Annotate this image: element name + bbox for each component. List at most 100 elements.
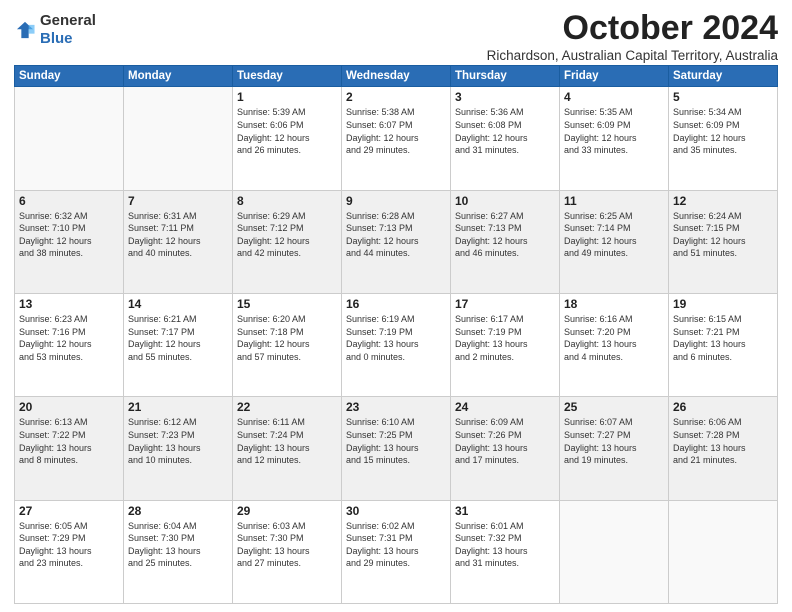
day-info: Sunrise: 6:15 AM Sunset: 7:21 PM Dayligh… xyxy=(673,313,773,363)
table-row: 30 Sunrise: 6:02 AM Sunset: 7:31 PM Dayli… xyxy=(342,500,451,603)
table-row: 8Sunrise: 6:29 AM Sunset: 7:12 PM Daylig… xyxy=(233,190,342,293)
table-row: 9 Sunrise: 6:28 AM Sunset: 7:13 PM Daylig… xyxy=(342,190,451,293)
day-number: 26 xyxy=(673,400,773,414)
day-number: 27 xyxy=(19,504,119,518)
calendar-week-row: 1 Sunrise: 5:39 AM Sunset: 6:06 PM Daylig… xyxy=(15,87,778,190)
day-info: Sunrise: 5:39 AM Sunset: 6:06 PM Dayligh… xyxy=(237,106,337,156)
table-row: 3 Sunrise: 5:36 AM Sunset: 6:08 PM Daylig… xyxy=(451,87,560,190)
header: General Blue October 2024 Richardson, Au… xyxy=(14,10,778,63)
table-row: 10 Sunrise: 6:27 AM Sunset: 7:13 PM Dayli… xyxy=(451,190,560,293)
day-number: 20 xyxy=(19,400,119,414)
table-row: 6 Sunrise: 6:32 AM Sunset: 7:10 PM Daylig… xyxy=(15,190,124,293)
day-number: 31 xyxy=(455,504,555,518)
col-tuesday: Tuesday xyxy=(233,66,342,87)
day-info: Sunrise: 6:21 AM Sunset: 7:17 PM Dayligh… xyxy=(128,313,228,363)
day-number: 19 xyxy=(673,297,773,311)
day-info: Sunrise: 6:12 AM Sunset: 7:23 PM Dayligh… xyxy=(128,416,228,466)
table-row: 24Sunrise: 6:09 AM Sunset: 7:26 PM Dayli… xyxy=(451,397,560,500)
table-row: 12 Sunrise: 6:24 AM Sunset: 7:15 PM Dayli… xyxy=(669,190,778,293)
day-number: 14 xyxy=(128,297,228,311)
day-info: Sunrise: 6:06 AM Sunset: 7:28 PM Dayligh… xyxy=(673,416,773,466)
day-info: Sunrise: 6:17 AM Sunset: 7:19 PM Dayligh… xyxy=(455,313,555,363)
table-row: 25 Sunrise: 6:07 AM Sunset: 7:27 PM Dayli… xyxy=(560,397,669,500)
day-number: 17 xyxy=(455,297,555,311)
table-row xyxy=(560,500,669,603)
table-row xyxy=(124,87,233,190)
col-monday: Monday xyxy=(124,66,233,87)
day-number: 15 xyxy=(237,297,337,311)
day-info: Sunrise: 6:28 AM Sunset: 7:13 PM Dayligh… xyxy=(346,210,446,260)
table-row: 16 Sunrise: 6:19 AM Sunset: 7:19 PM Dayli… xyxy=(342,294,451,397)
table-row: 27 Sunrise: 6:05 AM Sunset: 7:29 PM Dayli… xyxy=(15,500,124,603)
day-info: Sunrise: 6:25 AM Sunset: 7:14 PM Dayligh… xyxy=(564,210,664,260)
col-sunday: Sunday xyxy=(15,66,124,87)
day-number: 8 xyxy=(237,194,337,208)
day-number: 9 xyxy=(346,194,446,208)
day-info: Sunrise: 6:04 AM Sunset: 7:30 PM Dayligh… xyxy=(128,520,228,570)
day-number: 13 xyxy=(19,297,119,311)
day-number: 3 xyxy=(455,90,555,104)
table-row: 1 Sunrise: 5:39 AM Sunset: 6:06 PM Daylig… xyxy=(233,87,342,190)
calendar: Sunday Monday Tuesday Wednesday Thursday… xyxy=(14,65,778,604)
table-row: 23Sunrise: 6:10 AM Sunset: 7:25 PM Dayli… xyxy=(342,397,451,500)
day-info: Sunrise: 6:27 AM Sunset: 7:13 PM Dayligh… xyxy=(455,210,555,260)
day-info: Sunrise: 6:16 AM Sunset: 7:20 PM Dayligh… xyxy=(564,313,664,363)
day-number: 4 xyxy=(564,90,664,104)
day-info: Sunrise: 5:38 AM Sunset: 6:07 PM Dayligh… xyxy=(346,106,446,156)
day-number: 18 xyxy=(564,297,664,311)
day-number: 22 xyxy=(237,400,337,414)
day-number: 5 xyxy=(673,90,773,104)
col-saturday: Saturday xyxy=(669,66,778,87)
table-row: 22 Sunrise: 6:11 AM Sunset: 7:24 PM Dayli… xyxy=(233,397,342,500)
calendar-week-row: 13 Sunrise: 6:23 AM Sunset: 7:16 PM Dayli… xyxy=(15,294,778,397)
page: General Blue October 2024 Richardson, Au… xyxy=(0,0,792,612)
day-number: 25 xyxy=(564,400,664,414)
table-row: 17 Sunrise: 6:17 AM Sunset: 7:19 PM Dayli… xyxy=(451,294,560,397)
logo-text: General Blue xyxy=(40,12,96,47)
day-number: 30 xyxy=(346,504,446,518)
logo-icon xyxy=(14,19,36,41)
table-row: 7 Sunrise: 6:31 AM Sunset: 7:11 PM Daylig… xyxy=(124,190,233,293)
day-info: Sunrise: 6:19 AM Sunset: 7:19 PM Dayligh… xyxy=(346,313,446,363)
day-number: 29 xyxy=(237,504,337,518)
day-number: 12 xyxy=(673,194,773,208)
day-number: 1 xyxy=(237,90,337,104)
day-info: Sunrise: 6:07 AM Sunset: 7:27 PM Dayligh… xyxy=(564,416,664,466)
logo-general: General xyxy=(40,12,96,29)
table-row: 26 Sunrise: 6:06 AM Sunset: 7:28 PM Dayli… xyxy=(669,397,778,500)
day-info: Sunrise: 6:02 AM Sunset: 7:31 PM Dayligh… xyxy=(346,520,446,570)
day-info: Sunrise: 6:10 AM Sunset: 7:25 PM Dayligh… xyxy=(346,416,446,466)
day-info: Sunrise: 6:05 AM Sunset: 7:29 PM Dayligh… xyxy=(19,520,119,570)
table-row: 21Sunrise: 6:12 AM Sunset: 7:23 PM Dayli… xyxy=(124,397,233,500)
table-row: 31Sunrise: 6:01 AM Sunset: 7:32 PM Dayli… xyxy=(451,500,560,603)
day-number: 10 xyxy=(455,194,555,208)
col-friday: Friday xyxy=(560,66,669,87)
title-block: October 2024 Richardson, Australian Capi… xyxy=(487,10,778,63)
day-info: Sunrise: 6:24 AM Sunset: 7:15 PM Dayligh… xyxy=(673,210,773,260)
table-row: 2 Sunrise: 5:38 AM Sunset: 6:07 PM Daylig… xyxy=(342,87,451,190)
table-row: 14 Sunrise: 6:21 AM Sunset: 7:17 PM Dayli… xyxy=(124,294,233,397)
table-row: 20 Sunrise: 6:13 AM Sunset: 7:22 PM Dayli… xyxy=(15,397,124,500)
table-row: 28 Sunrise: 6:04 AM Sunset: 7:30 PM Dayli… xyxy=(124,500,233,603)
day-info: Sunrise: 6:13 AM Sunset: 7:22 PM Dayligh… xyxy=(19,416,119,466)
day-info: Sunrise: 5:36 AM Sunset: 6:08 PM Dayligh… xyxy=(455,106,555,156)
day-number: 16 xyxy=(346,297,446,311)
day-info: Sunrise: 6:11 AM Sunset: 7:24 PM Dayligh… xyxy=(237,416,337,466)
day-number: 6 xyxy=(19,194,119,208)
subtitle: Richardson, Australian Capital Territory… xyxy=(487,48,778,63)
day-number: 7 xyxy=(128,194,228,208)
day-info: Sunrise: 6:09 AM Sunset: 7:26 PM Dayligh… xyxy=(455,416,555,466)
calendar-week-row: 20 Sunrise: 6:13 AM Sunset: 7:22 PM Dayli… xyxy=(15,397,778,500)
table-row: 4Sunrise: 5:35 AM Sunset: 6:09 PM Daylig… xyxy=(560,87,669,190)
table-row: 15Sunrise: 6:20 AM Sunset: 7:18 PM Dayli… xyxy=(233,294,342,397)
calendar-week-row: 27 Sunrise: 6:05 AM Sunset: 7:29 PM Dayli… xyxy=(15,500,778,603)
day-info: Sunrise: 6:23 AM Sunset: 7:16 PM Dayligh… xyxy=(19,313,119,363)
day-info: Sunrise: 6:03 AM Sunset: 7:30 PM Dayligh… xyxy=(237,520,337,570)
day-number: 28 xyxy=(128,504,228,518)
table-row: 29 Sunrise: 6:03 AM Sunset: 7:30 PM Dayli… xyxy=(233,500,342,603)
day-info: Sunrise: 6:31 AM Sunset: 7:11 PM Dayligh… xyxy=(128,210,228,260)
logo: General Blue xyxy=(14,12,96,47)
day-info: Sunrise: 6:32 AM Sunset: 7:10 PM Dayligh… xyxy=(19,210,119,260)
calendar-week-row: 6 Sunrise: 6:32 AM Sunset: 7:10 PM Daylig… xyxy=(15,190,778,293)
day-number: 2 xyxy=(346,90,446,104)
